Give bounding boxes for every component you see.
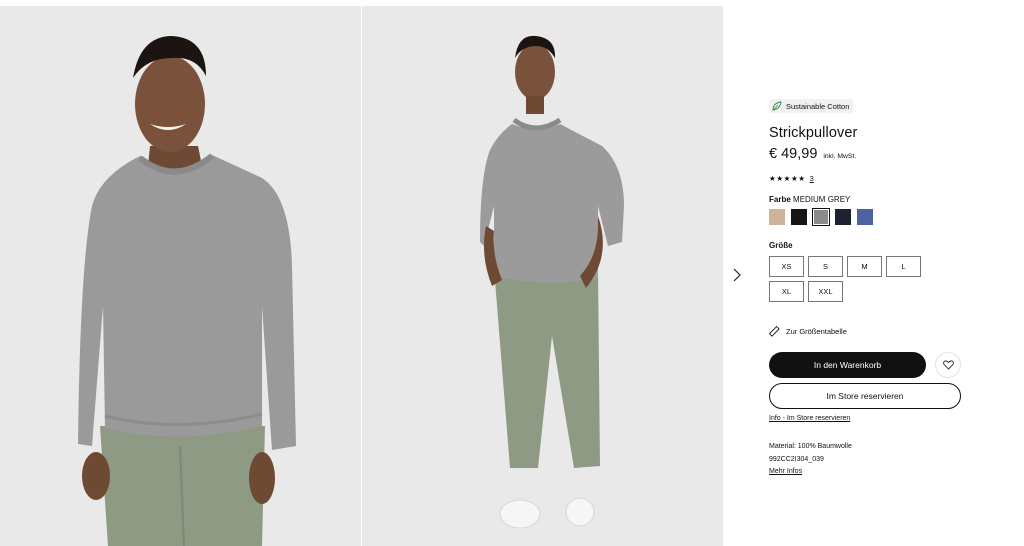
rating[interactable]: ★★★★★ 3: [769, 174, 969, 183]
vat-note: inkl. MwSt.: [823, 153, 857, 160]
more-info-link[interactable]: Mehr Infos: [769, 466, 969, 479]
swatch-navy[interactable]: [835, 209, 851, 225]
product-photo-fullbody: [362, 6, 723, 546]
product-image-fullbody[interactable]: [362, 6, 723, 546]
leaf-icon: [772, 101, 782, 111]
reserve-in-store-button[interactable]: Im Store reservieren: [769, 383, 961, 409]
sustainability-badge: Sustainable Cotton: [769, 99, 854, 113]
size-option-xs[interactable]: XS: [769, 256, 804, 277]
size-option-xxl[interactable]: XXL: [808, 281, 843, 302]
product-price: € 49,99: [769, 146, 818, 162]
heart-icon: [942, 360, 954, 370]
size-option-s[interactable]: S: [808, 256, 843, 277]
product-facts: Material: 100% Baumwolle 992CC2I304_039 …: [769, 441, 969, 479]
product-gallery: [0, 6, 723, 546]
ruler-icon: [769, 326, 780, 337]
wishlist-button[interactable]: [935, 352, 961, 378]
add-to-cart-button[interactable]: In den Warenkorb: [769, 352, 926, 378]
swatch-medium-grey[interactable]: [812, 208, 830, 226]
purchase-actions: In den Warenkorb: [769, 352, 969, 378]
color-label: Farbe: [769, 195, 791, 204]
gallery-next-button[interactable]: [729, 266, 745, 284]
size-chart-label: Zur Größentabelle: [786, 327, 847, 336]
size-option-xl[interactable]: XL: [769, 281, 804, 302]
size-label: Größe: [769, 241, 793, 250]
price-row: € 49,99 inkl. MwSt.: [769, 146, 969, 162]
swatch-black[interactable]: [791, 209, 807, 225]
size-option-m[interactable]: M: [847, 256, 882, 277]
color-label-row: Farbe MEDIUM GREY: [769, 195, 969, 204]
swatch-blue[interactable]: [857, 209, 873, 225]
color-swatches: [769, 208, 969, 226]
rating-count-link[interactable]: 3: [810, 174, 814, 183]
product-photo-closeup: [0, 6, 361, 546]
product-title: Strickpullover: [769, 125, 858, 141]
swatch-beige[interactable]: [769, 209, 785, 225]
product-details-panel: Sustainable Cotton Strickpullover € 49,9…: [769, 98, 969, 479]
size-chart-link[interactable]: Zur Größentabelle: [769, 326, 969, 337]
size-option-l[interactable]: L: [886, 256, 921, 277]
product-image-closeup[interactable]: [0, 6, 361, 546]
material-text: Material: 100% Baumwolle: [769, 443, 852, 450]
chevron-right-icon: [733, 268, 741, 282]
size-options: XS S M L XL XXL: [769, 256, 969, 302]
article-number: 992CC2I304_039: [769, 455, 824, 463]
rating-stars: ★★★★★: [769, 174, 806, 183]
color-value: MEDIUM GREY: [793, 195, 851, 204]
store-info-link[interactable]: Info - Im Store reservieren: [769, 415, 969, 422]
badge-label: Sustainable Cotton: [786, 101, 850, 111]
